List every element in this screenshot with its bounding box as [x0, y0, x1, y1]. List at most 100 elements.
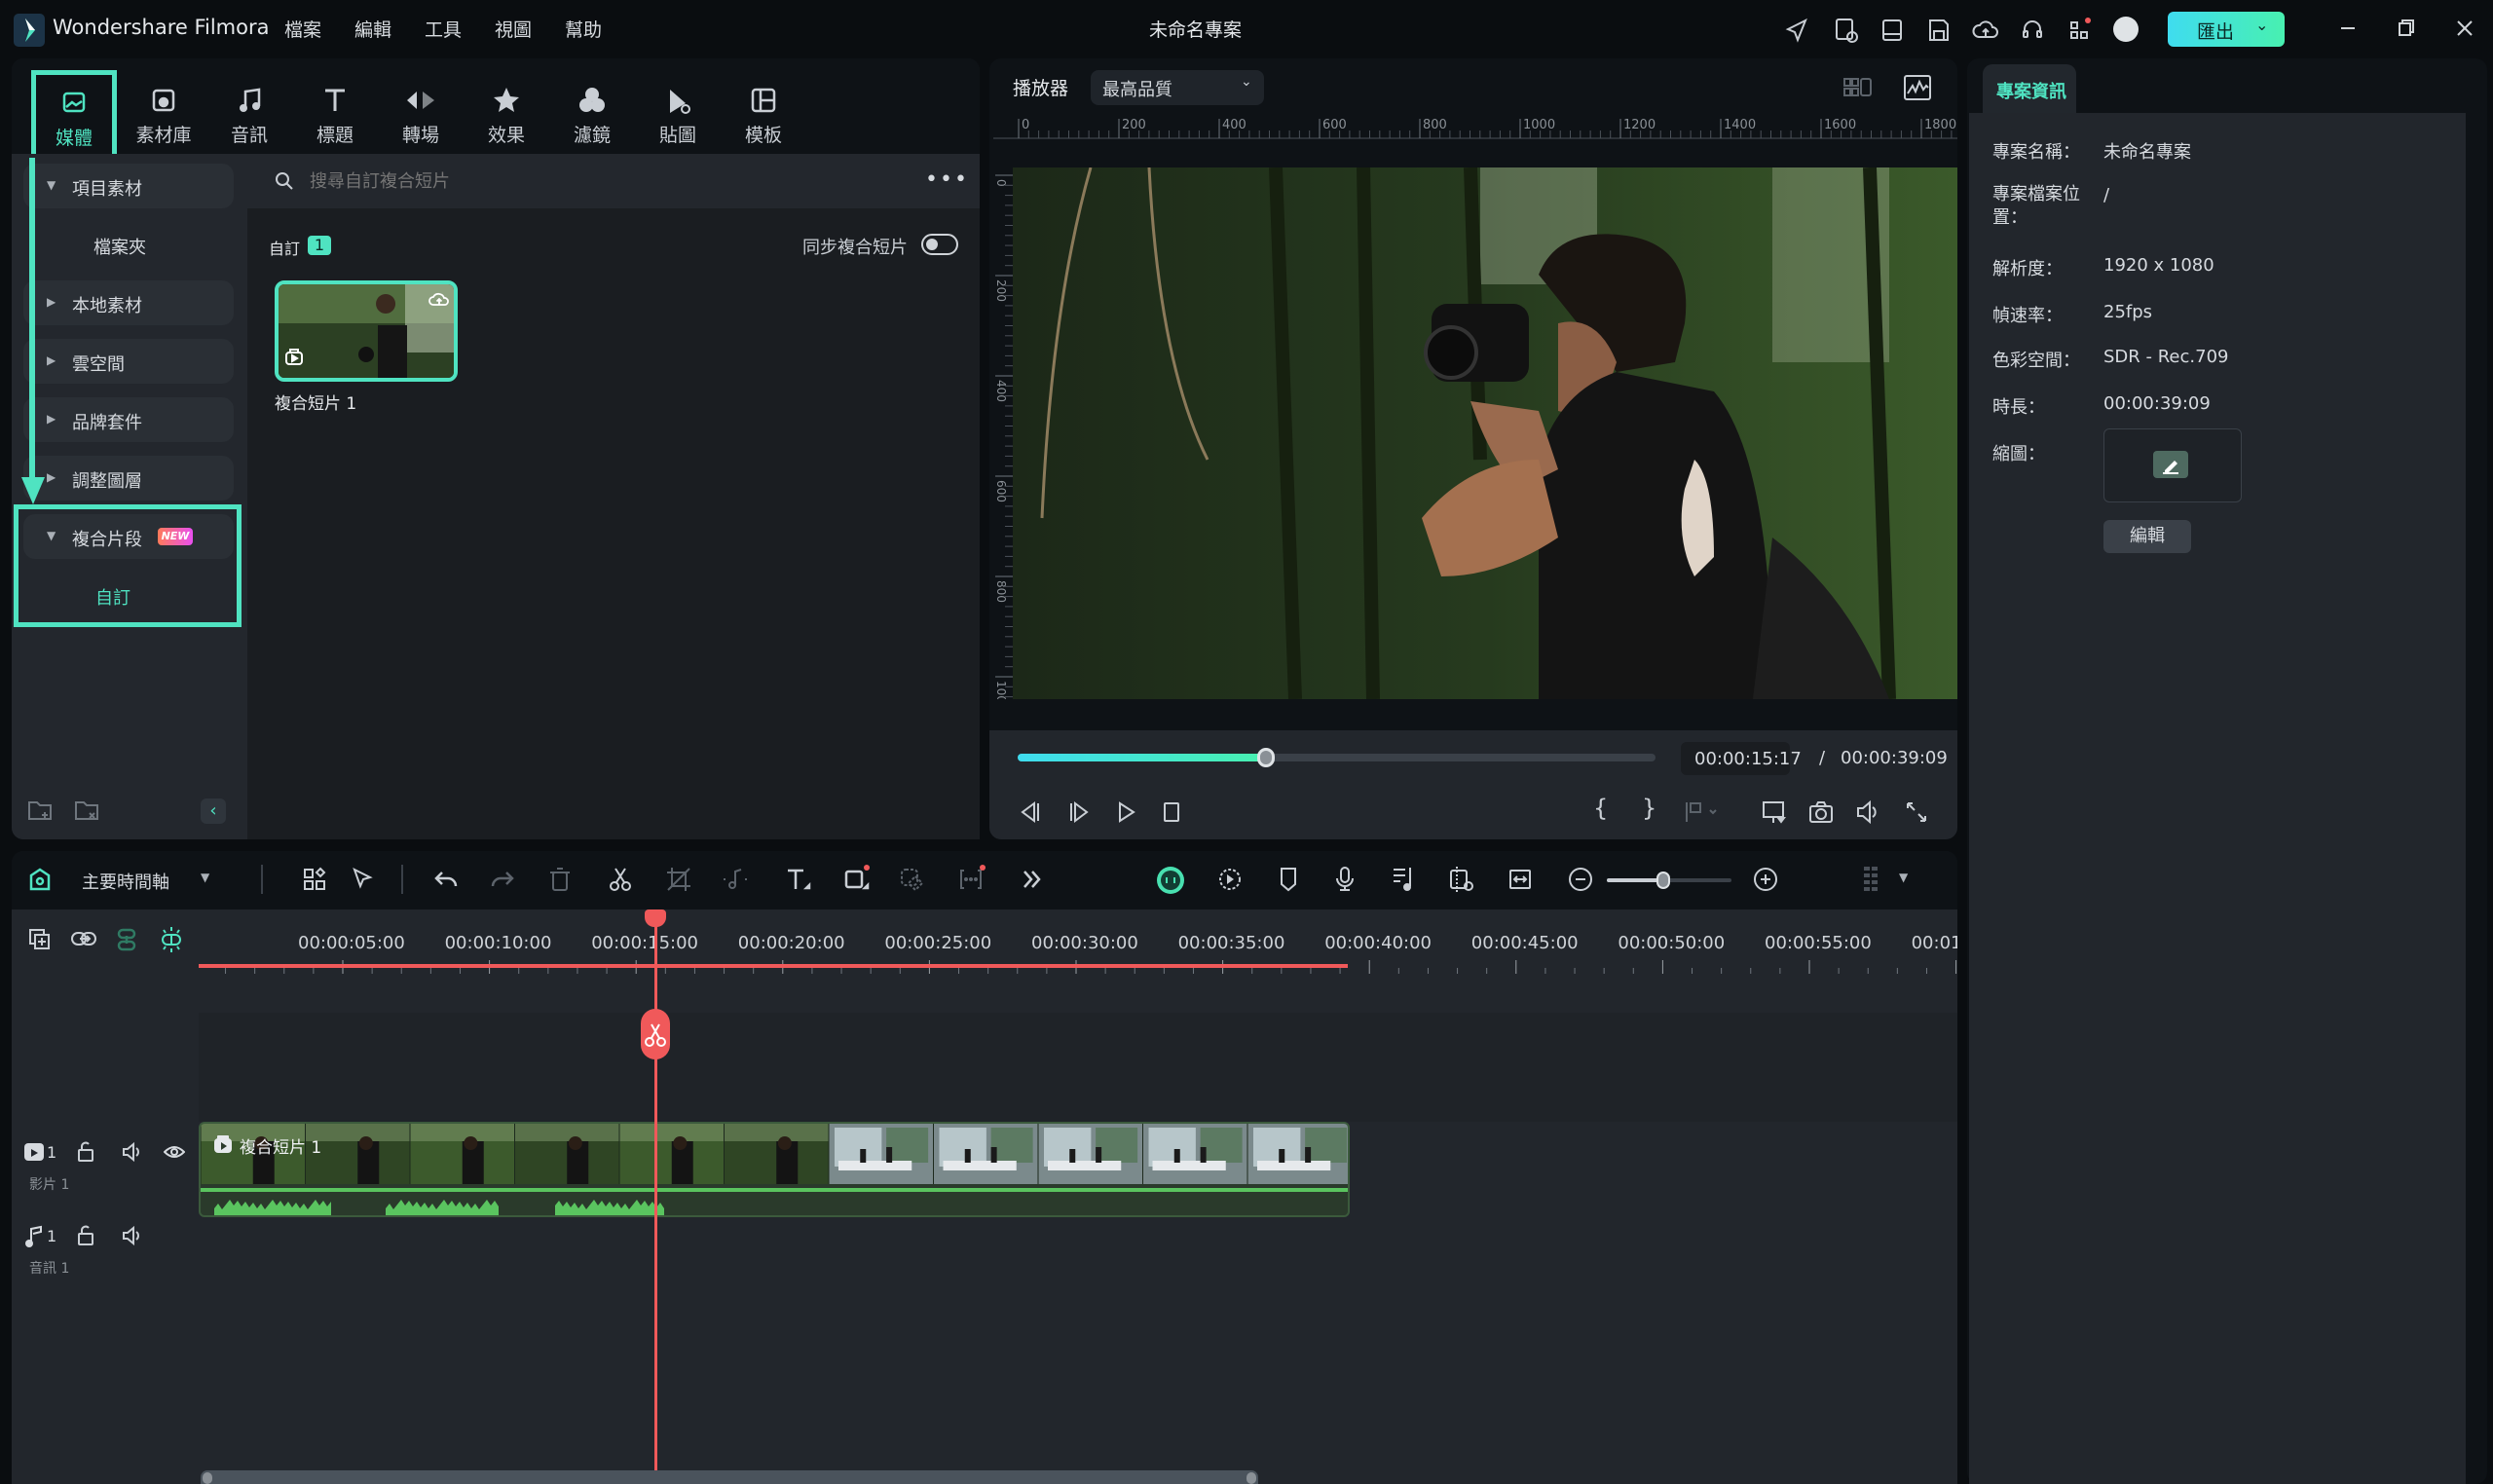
save-icon[interactable] [1924, 16, 1953, 45]
search-input[interactable] [310, 166, 855, 197]
tab-titles[interactable]: 標題 [292, 70, 378, 167]
playhead-handle[interactable] [645, 909, 666, 927]
prev-frame-icon[interactable] [1017, 798, 1044, 826]
delete-folder-icon[interactable] [74, 798, 99, 822]
tab-stock[interactable]: 素材庫 [121, 70, 206, 167]
scrollbar-right-handle[interactable] [1246, 1472, 1256, 1484]
next-frame-icon[interactable] [1065, 798, 1093, 826]
video-preview[interactable] [1013, 167, 1957, 699]
text-tool-icon[interactable] [783, 865, 812, 894]
menu-tools[interactable]: 工具 [425, 16, 462, 42]
tab-media[interactable]: 媒體 [31, 70, 117, 167]
ruler-label: 600 [994, 480, 1008, 502]
track-layout-icon[interactable] [1856, 865, 1885, 894]
tab-audio[interactable]: 音訊 [206, 70, 292, 167]
tab-effects[interactable]: 效果 [464, 70, 549, 167]
magnetic-track-icon[interactable] [115, 927, 140, 952]
cloud-upload-icon[interactable] [428, 290, 450, 308]
undo-icon[interactable] [432, 865, 462, 894]
tab-templates[interactable]: 模板 [721, 70, 806, 167]
mute-icon[interactable] [121, 1225, 142, 1246]
grid-view-icon[interactable] [1842, 76, 1874, 99]
home-icon[interactable] [27, 867, 53, 894]
menu-edit[interactable]: 編輯 [354, 16, 391, 42]
fullscreen-icon[interactable] [1903, 798, 1930, 826]
sidebar-item-local-media[interactable]: ▶ 本地素材 [23, 280, 234, 325]
menu-view[interactable]: 視圖 [495, 16, 532, 42]
sidebar-sub-folder[interactable]: 檔案夾 [93, 234, 146, 259]
tab-stickers[interactable]: 貼圖 [635, 70, 721, 167]
export-button[interactable]: 匯出 ⌄ [2168, 12, 2285, 47]
ai-copilot-icon[interactable] [1155, 865, 1184, 894]
tab-transitions[interactable]: 轉場 [378, 70, 464, 167]
current-time-box[interactable]: 00:00:15:17 [1681, 742, 1802, 775]
sidebar-item-cloud[interactable]: ▶ 雲空間 [23, 339, 234, 384]
playback-progress-track[interactable] [1018, 748, 1656, 767]
volume-icon[interactable] [1854, 798, 1881, 826]
timeline-clip[interactable]: 複合短片 1 [199, 1122, 1350, 1217]
display-settings-icon[interactable] [1761, 798, 1788, 826]
shape-mask-icon[interactable] [841, 865, 871, 894]
menu-file[interactable]: 檔案 [284, 16, 321, 42]
play-icon[interactable] [1112, 798, 1139, 826]
more-tools-icon[interactable] [1017, 865, 1046, 894]
mute-icon[interactable] [121, 1141, 142, 1163]
split-at-playhead-button[interactable] [641, 1009, 670, 1059]
sync-toggle[interactable] [921, 234, 958, 255]
scrollbar-left-handle[interactable] [203, 1472, 212, 1484]
sidebar-item-brand-kit[interactable]: ▶ 品牌套件 [23, 397, 234, 442]
caret-down-icon[interactable]: ▼ [201, 871, 209, 884]
lock-icon[interactable] [76, 1225, 95, 1246]
link-icon[interactable] [70, 927, 99, 952]
restore-icon[interactable] [2392, 14, 2421, 43]
audio-track-icon[interactable] [1389, 865, 1418, 894]
send-icon[interactable] [1782, 16, 1811, 45]
zoom-in-icon[interactable] [1751, 865, 1780, 894]
auto-render-icon[interactable] [1215, 865, 1245, 894]
chevron-down-icon[interactable]: ⌄ [2255, 16, 2268, 34]
sidebar-item-project-media[interactable]: ▼ 項目素材 [23, 164, 234, 208]
caret-down-icon[interactable]: ▼ [1899, 871, 1908, 884]
layout-icon[interactable] [1878, 16, 1907, 45]
eye-icon[interactable] [164, 1143, 185, 1161]
new-folder-icon[interactable] [27, 798, 53, 822]
marker-icon[interactable] [1274, 865, 1303, 894]
tab-project-info[interactable]: 專案資訊 [1983, 64, 2076, 113]
zoom-out-icon[interactable] [1566, 865, 1595, 894]
add-track-icon[interactable] [27, 927, 53, 952]
zoom-slider-knob[interactable] [1656, 872, 1670, 889]
close-icon[interactable] [2450, 14, 2479, 43]
headset-icon[interactable] [2018, 16, 2047, 45]
zoom-slider[interactable] [1607, 872, 1731, 889]
snapshot-icon[interactable] [1807, 798, 1835, 826]
more-options-icon[interactable]: ••• [925, 167, 969, 192]
timeline-scrollbar[interactable] [201, 1470, 1258, 1484]
clip-thumbnail[interactable] [275, 280, 458, 382]
edit-thumbnail-button[interactable]: 編輯 [2103, 520, 2191, 553]
microphone-icon[interactable] [1330, 865, 1359, 894]
speed-ramp-icon[interactable] [1447, 865, 1476, 894]
avatar[interactable] [2113, 17, 2139, 42]
timeline-selector[interactable]: 主要時間軸 [82, 869, 169, 894]
waveform-monitor-icon[interactable] [1903, 74, 1932, 101]
clock-doc-icon[interactable] [1831, 16, 1860, 45]
layout-mode-icon[interactable] [300, 865, 329, 894]
grid-apps-icon[interactable] [2065, 16, 2094, 45]
mark-in-icon[interactable]: { [1593, 795, 1608, 822]
menu-help[interactable]: 幫助 [565, 16, 602, 42]
collapse-sidebar-button[interactable]: ‹ [201, 798, 226, 824]
minimize-icon[interactable] [2333, 14, 2363, 43]
snap-icon[interactable] [158, 925, 185, 954]
sidebar-item-adjustment-layer[interactable]: ▶ 調整圖層 [23, 456, 234, 501]
thumbnail-preview[interactable] [2103, 428, 2242, 502]
fit-timeline-icon[interactable] [1506, 865, 1535, 894]
mark-out-icon[interactable]: } [1642, 795, 1656, 822]
split-scissors-icon[interactable] [606, 865, 635, 894]
cloud-upload-icon[interactable] [1971, 16, 2000, 45]
playhead[interactable] [654, 909, 657, 1484]
quality-select[interactable]: 最高品質 ⌄ [1091, 70, 1264, 105]
stop-icon[interactable] [1159, 798, 1186, 826]
select-tool-icon[interactable] [349, 865, 378, 894]
tab-filters[interactable]: 濾鏡 [549, 70, 635, 167]
lock-icon[interactable] [76, 1141, 95, 1163]
